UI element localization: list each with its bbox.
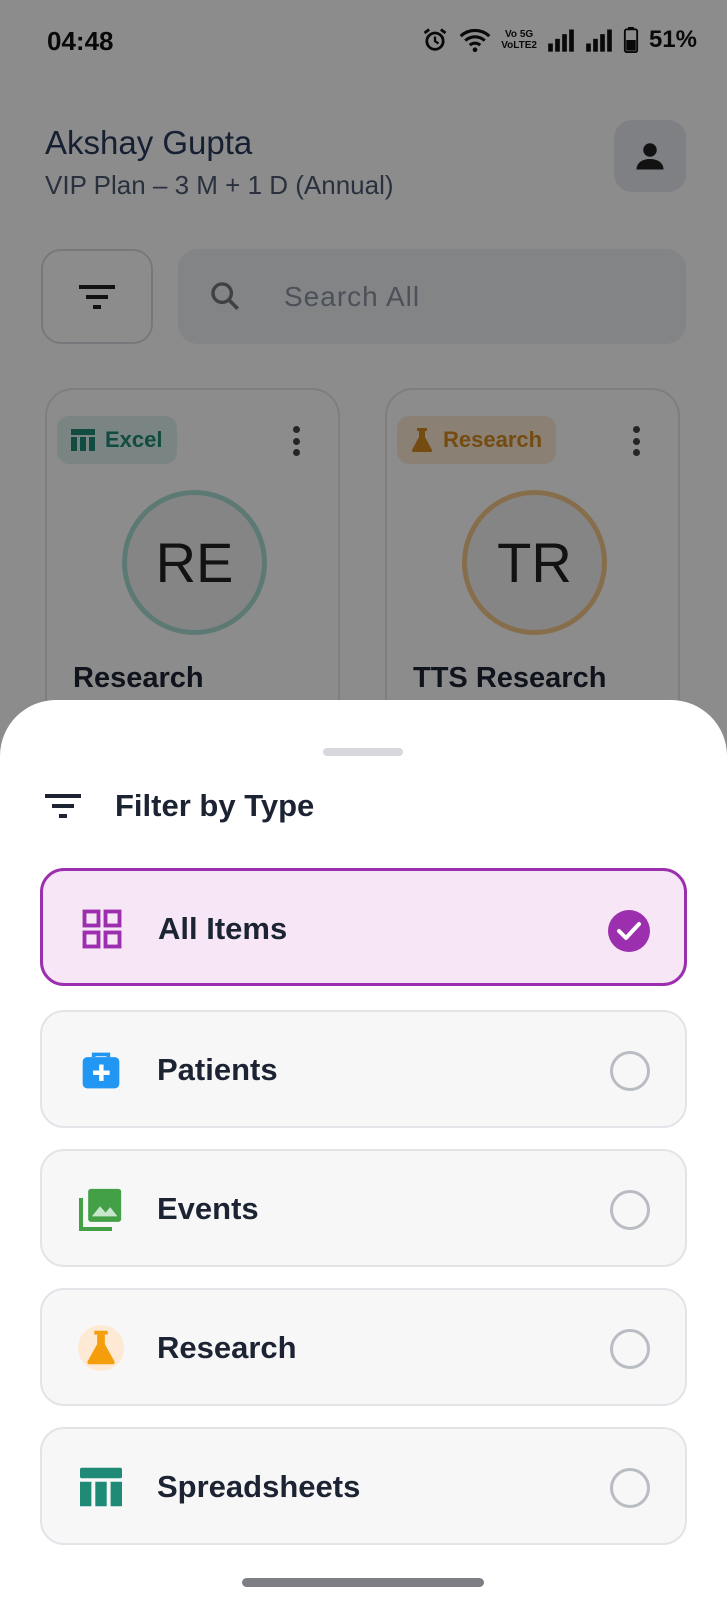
radio-unselected-icon xyxy=(610,1329,650,1369)
check-circle-icon xyxy=(608,910,650,952)
grid-icon xyxy=(77,904,127,954)
filter-option-events[interactable]: Events xyxy=(40,1149,687,1267)
sheet-header: Filter by Type xyxy=(45,788,314,824)
option-label: Spreadsheets xyxy=(157,1469,361,1504)
filter-bottom-sheet: Filter by Type All Items Patients Events… xyxy=(0,700,727,1600)
medical-kit-icon xyxy=(76,1045,126,1095)
gallery-icon xyxy=(76,1184,126,1234)
flask-icon xyxy=(76,1323,126,1373)
filter-icon xyxy=(45,794,81,818)
filter-option-all-items[interactable]: All Items xyxy=(40,868,687,986)
home-indicator[interactable] xyxy=(242,1578,484,1587)
filter-option-patients[interactable]: Patients xyxy=(40,1010,687,1128)
radio-unselected-icon xyxy=(610,1468,650,1508)
filter-option-research[interactable]: Research xyxy=(40,1288,687,1406)
drag-handle[interactable] xyxy=(323,748,403,756)
filter-option-spreadsheets[interactable]: Spreadsheets xyxy=(40,1427,687,1545)
sheet-title: Filter by Type xyxy=(115,788,315,823)
radio-unselected-icon xyxy=(610,1051,650,1091)
option-label: Events xyxy=(157,1191,259,1226)
option-label: All Items xyxy=(158,911,288,946)
radio-unselected-icon xyxy=(610,1190,650,1230)
option-label: Patients xyxy=(157,1052,278,1087)
spreadsheet-icon xyxy=(76,1462,126,1512)
option-label: Research xyxy=(157,1330,297,1365)
